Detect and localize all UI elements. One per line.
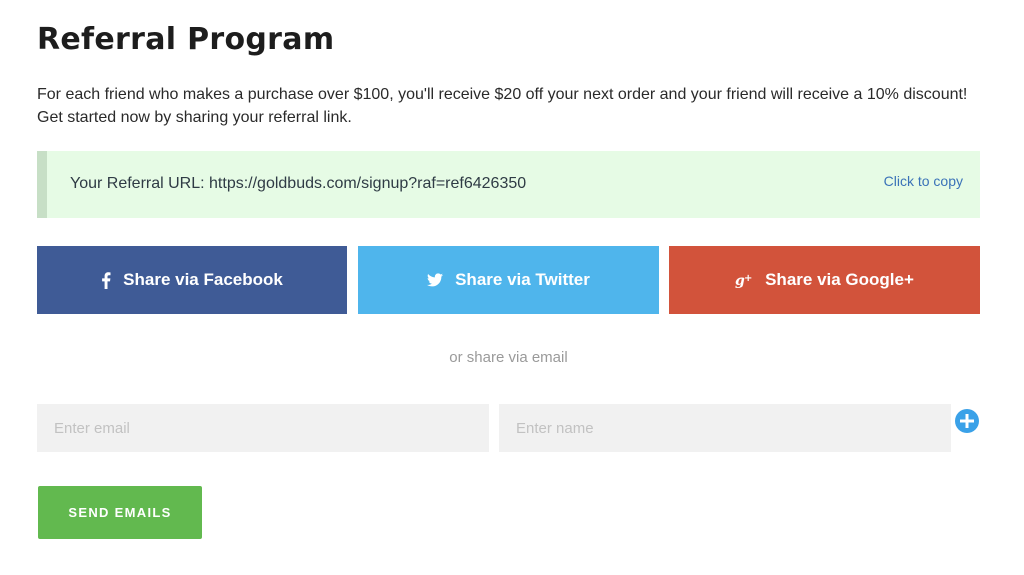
plus-circle-icon (955, 409, 979, 433)
add-recipient-button[interactable] (955, 409, 979, 433)
intro-text: For each friend who makes a purchase ove… (37, 86, 968, 126)
share-twitter-label: Share via Twitter (455, 270, 590, 289)
share-google-plus-label: Share via Google+ (765, 270, 914, 289)
referral-url-value[interactable]: https://goldbuds.com/signup?raf=ref64263… (209, 175, 526, 192)
referral-url-label: Your Referral URL: (70, 175, 205, 192)
google-plus-icon: g + (735, 272, 753, 288)
svg-text:+: + (744, 273, 752, 284)
email-input[interactable] (37, 404, 489, 452)
twitter-icon (427, 273, 444, 287)
page-title: Referral Program (37, 22, 335, 57)
send-emails-button[interactable]: SEND EMAILS (38, 486, 202, 539)
copy-url-link[interactable]: Click to copy (884, 173, 963, 189)
share-email-divider: or share via email (449, 349, 568, 366)
name-input[interactable] (499, 404, 951, 452)
share-facebook-label: Share via Facebook (123, 270, 283, 289)
share-facebook-button[interactable]: Share via Facebook (37, 246, 347, 314)
referral-page: Referral Program For each friend who mak… (0, 0, 1024, 575)
referral-url-box: Your Referral URL: https://goldbuds.com/… (37, 151, 980, 218)
facebook-icon (101, 271, 111, 289)
share-twitter-button[interactable]: Share via Twitter (358, 246, 659, 314)
share-google-plus-button[interactable]: g + Share via Google+ (669, 246, 980, 314)
referral-url-text: Your Referral URL: https://goldbuds.com/… (70, 175, 526, 193)
